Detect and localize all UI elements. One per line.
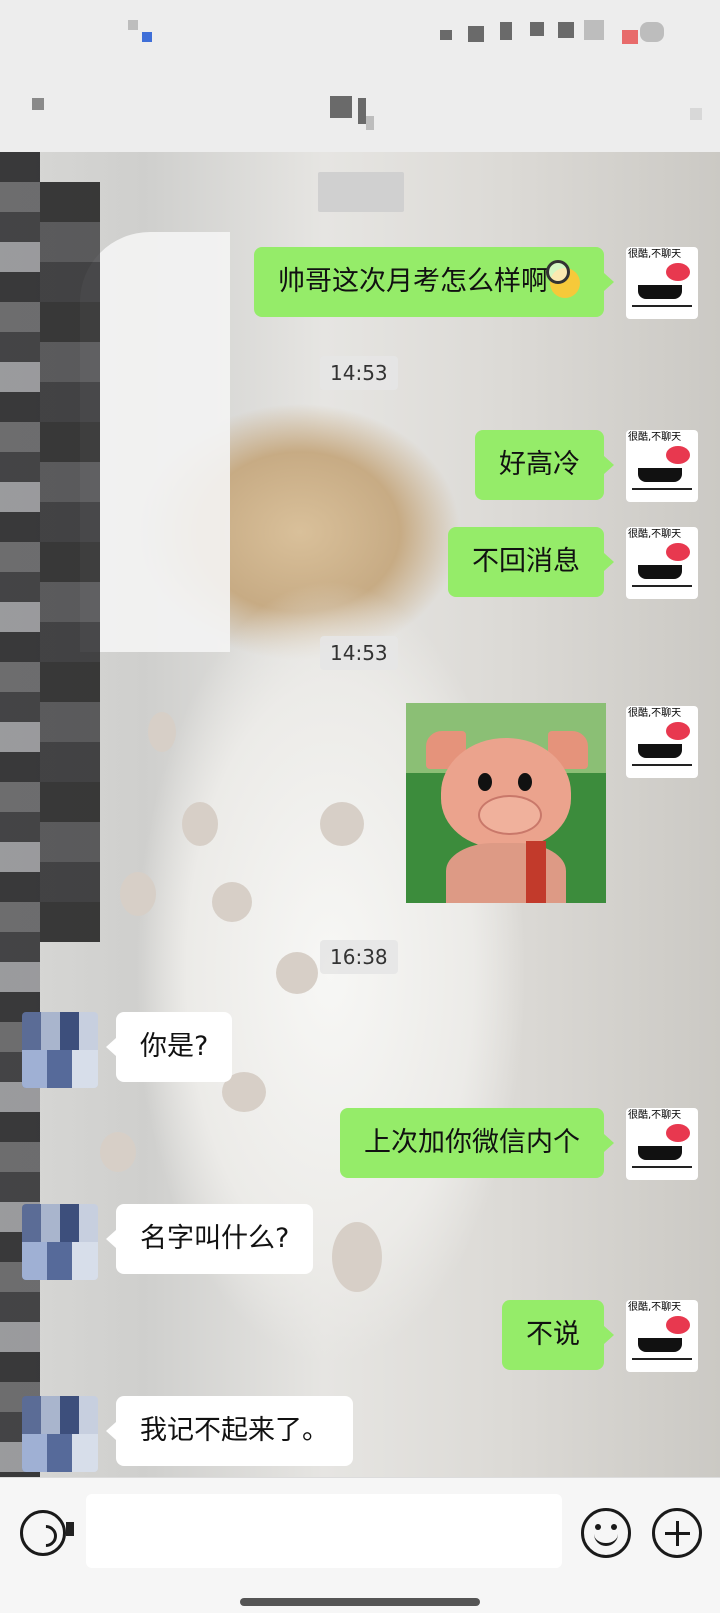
- wallpaper-detail: [120, 872, 156, 916]
- pig-body: [446, 843, 566, 903]
- timestamp: 16:38: [320, 940, 398, 974]
- whisker-icon: [632, 764, 692, 766]
- wallpaper-detail: [320, 802, 364, 846]
- contact-avatar[interactable]: [22, 1396, 98, 1472]
- contact-name-mosaic: [330, 96, 374, 130]
- status-mosaic: [500, 22, 512, 40]
- home-indicator[interactable]: [240, 1598, 480, 1606]
- timestamp: 14:53: [320, 636, 398, 670]
- title-mosaic-block: [330, 96, 352, 118]
- timestamp: 14:53: [320, 356, 398, 390]
- incoming-message[interactable]: 名字叫什么?: [105, 1204, 314, 1274]
- message-text: 我记不起来了。: [140, 1415, 329, 1446]
- contact-avatar[interactable]: [22, 1204, 98, 1280]
- bow-icon: [666, 722, 690, 740]
- outgoing-message[interactable]: 不回消息: [448, 527, 614, 597]
- my-avatar[interactable]: 很酷,不聊天: [626, 706, 698, 778]
- wallpaper-detail: [276, 952, 318, 994]
- message-text: 名字叫什么?: [140, 1223, 290, 1254]
- outgoing-message[interactable]: 不说: [502, 1300, 614, 1370]
- status-mosaic: [622, 30, 638, 44]
- message-text: 帅哥这次月考怎么样啊: [278, 266, 548, 297]
- incoming-message[interactable]: 你是?: [105, 1012, 233, 1082]
- avatar-caption: 很酷,不聊天: [628, 529, 682, 540]
- whisker-icon: [632, 1358, 692, 1360]
- message-text: 上次加你微信内个: [364, 1127, 580, 1158]
- outgoing-message[interactable]: 好高冷: [475, 430, 614, 500]
- bow-icon: [666, 1316, 690, 1334]
- emoji-icon[interactable]: [581, 1508, 631, 1558]
- avatar-caption: 很酷,不聊天: [628, 1302, 682, 1313]
- wallpaper-detail: [332, 1222, 382, 1292]
- wallpaper-mosaic: [40, 182, 100, 942]
- title-mosaic-block: [358, 98, 366, 124]
- whisker-icon: [632, 305, 692, 307]
- sender-name-mosaic: [318, 172, 404, 212]
- outgoing-message[interactable]: 帅哥这次月考怎么样啊: [254, 247, 614, 317]
- contact-avatar[interactable]: [22, 1012, 98, 1088]
- wallpaper-detail: [212, 882, 252, 922]
- status-mosaic: [142, 32, 152, 42]
- more-button[interactable]: [690, 108, 702, 120]
- sunglasses-icon: [638, 468, 682, 482]
- wallpaper-detail: [100, 1132, 136, 1172]
- my-avatar[interactable]: 很酷,不聊天: [626, 527, 698, 599]
- avatar-caption: 很酷,不聊天: [628, 432, 682, 443]
- pig-strap: [526, 841, 546, 903]
- sunglasses-icon: [638, 1146, 682, 1160]
- status-mosaic: [584, 20, 604, 40]
- emoji-magnifier-face-icon: [546, 259, 580, 298]
- sunglasses-icon: [638, 744, 682, 758]
- title-mosaic-block: [366, 116, 374, 130]
- voice-icon[interactable]: [20, 1510, 66, 1556]
- status-mosaic: [558, 22, 574, 38]
- wallpaper-window: [80, 232, 230, 652]
- pig-eye: [518, 773, 532, 791]
- status-mosaic: [530, 22, 544, 36]
- chat-area[interactable]: [0, 152, 720, 1477]
- status-mosaic: [468, 26, 484, 42]
- wallpaper-detail: [148, 712, 176, 752]
- back-button[interactable]: [32, 98, 44, 110]
- whisker-icon: [632, 1166, 692, 1168]
- outgoing-message[interactable]: 上次加你微信内个: [340, 1108, 614, 1178]
- input-bar: [0, 1477, 720, 1613]
- avatar-caption: 很酷,不聊天: [628, 1110, 682, 1121]
- sunglasses-icon: [638, 285, 682, 299]
- sunglasses-icon: [638, 565, 682, 579]
- status-bar: [0, 0, 720, 60]
- bow-icon: [666, 263, 690, 281]
- pig-sticker[interactable]: [406, 703, 606, 903]
- wallpaper-detail: [182, 802, 218, 846]
- plus-icon[interactable]: [652, 1508, 702, 1558]
- my-avatar[interactable]: 很酷,不聊天: [626, 1300, 698, 1372]
- status-mosaic: [128, 20, 138, 30]
- status-mosaic: [440, 30, 452, 40]
- bow-icon: [666, 446, 690, 464]
- voice-mosaic: [66, 1522, 74, 1536]
- sunglasses-icon: [638, 1338, 682, 1352]
- my-avatar[interactable]: 很酷,不聊天: [626, 1108, 698, 1180]
- avatar-caption: 很酷,不聊天: [628, 708, 682, 719]
- pig-eye: [478, 773, 492, 791]
- bow-icon: [666, 543, 690, 561]
- message-text: 好高冷: [499, 449, 580, 480]
- message-text: 你是?: [140, 1031, 209, 1062]
- avatar-caption: 很酷,不聊天: [628, 249, 682, 260]
- whisker-icon: [632, 585, 692, 587]
- message-input[interactable]: [86, 1494, 562, 1568]
- pig-snout: [478, 795, 542, 835]
- my-avatar[interactable]: 很酷,不聊天: [626, 247, 698, 319]
- whisker-icon: [632, 488, 692, 490]
- message-text: 不回消息: [472, 546, 580, 577]
- bow-icon: [666, 1124, 690, 1142]
- incoming-message[interactable]: 我记不起来了。: [106, 1396, 353, 1466]
- message-text: 不说: [526, 1319, 580, 1350]
- my-avatar[interactable]: 很酷,不聊天: [626, 430, 698, 502]
- status-mosaic: [640, 22, 664, 42]
